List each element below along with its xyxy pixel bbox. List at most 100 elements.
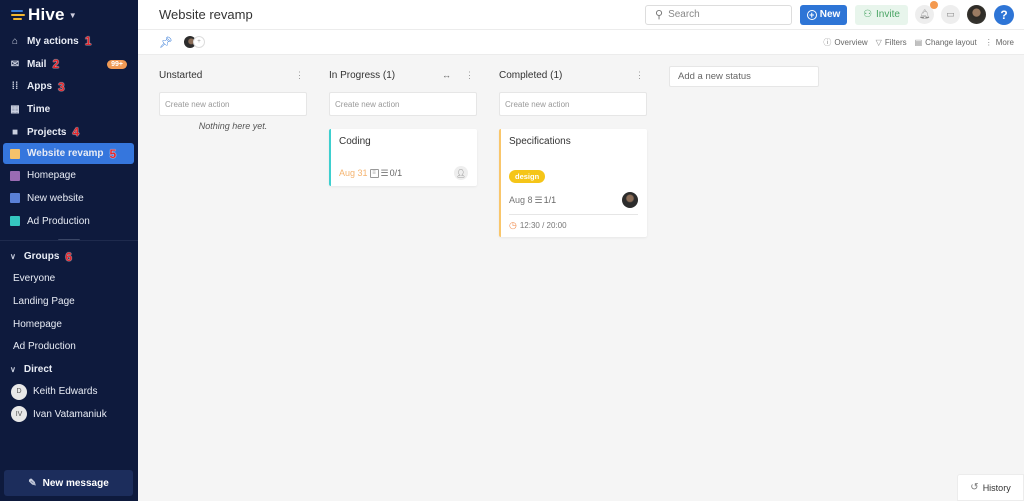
sidebar-item-label: Time	[27, 103, 51, 115]
add-member-icon[interactable]: +	[192, 36, 205, 48]
history-button[interactable]: ↺ History	[957, 474, 1024, 501]
history-label: History	[982, 482, 1011, 493]
sidebar-project-ad-production[interactable]: Ad Production	[0, 210, 138, 233]
caret-down-icon: ▼	[68, 10, 77, 20]
compose-icon: ✎	[28, 477, 37, 489]
sidebar: Hive ▼ ⌂ My actions 1 ✉ Mail 2 99+ ⁞⁞ Ap…	[0, 0, 138, 501]
page-title: Website revamp	[159, 7, 253, 22]
filters-button[interactable]: ▽ Filters	[876, 38, 907, 47]
search-icon: ⚲	[655, 9, 664, 21]
avatar: IV	[11, 406, 27, 423]
kanban-board: Unstarted ⋮ Create new action Nothing he…	[138, 55, 1024, 501]
annotation-marker: 3	[58, 79, 65, 94]
sidebar-item-label: Ad Production	[27, 215, 90, 227]
create-action-input[interactable]: Create new action	[499, 92, 647, 116]
annotation-marker: 6	[65, 249, 73, 264]
calendar-icon: ▦	[10, 103, 20, 115]
action-card[interactable]: Specifications design Aug 8 ☰ 1/1 ◷ 12:3…	[499, 129, 647, 237]
unread-badge: 99+	[107, 59, 127, 69]
divider	[509, 214, 638, 215]
avatar: D	[11, 383, 27, 400]
status-column-unstarted: Unstarted ⋮ Create new action Nothing he…	[159, 69, 307, 501]
project-members[interactable]: +	[183, 36, 205, 48]
sidebar-item-mail[interactable]: ✉ Mail 2 99+	[0, 53, 138, 76]
filter-icon: ▽	[875, 37, 882, 47]
direct-message-item[interactable]: IV Ivan Vatamaniuk	[0, 403, 138, 426]
notification-dot	[930, 1, 938, 9]
annotation-marker: 4	[72, 125, 80, 140]
assignee-avatar[interactable]	[622, 192, 638, 208]
calendar-button[interactable]: ▭	[941, 5, 960, 24]
contact-name: Ivan Vatamaniuk	[33, 408, 107, 420]
invite-button[interactable]: ⚇ Invite	[855, 4, 908, 25]
sidebar-project-homepage[interactable]: Homepage	[0, 164, 138, 187]
change-layout-button[interactable]: ▤ Change layout	[915, 38, 977, 47]
sidebar-item-my-actions[interactable]: ⌂ My actions 1	[0, 30, 138, 53]
sidebar-item-label: New website	[27, 192, 84, 204]
main-area: Website revamp ⚲ Search + New ⚇ Invite 🔔…	[138, 0, 1024, 501]
add-status-column: Add a new status	[669, 66, 819, 501]
user-avatar[interactable]	[967, 5, 986, 24]
help-button[interactable]: ?	[994, 4, 1014, 25]
more-vertical-icon[interactable]: ⋮	[635, 70, 644, 81]
sidebar-item-label: Apps	[27, 81, 52, 93]
pin-icon[interactable]: 📌︎	[159, 36, 173, 49]
more-label: More	[995, 37, 1014, 47]
sidebar-project-website-revamp[interactable]: Website revamp 5	[3, 143, 134, 165]
hive-logo[interactable]: Hive ▼	[0, 0, 138, 30]
direct-message-item[interactable]: D Keith Edwards	[0, 380, 138, 403]
sidebar-item-label: Homepage	[27, 170, 76, 182]
annotation-marker: 1	[84, 34, 92, 49]
more-button[interactable]: ⋮ More	[985, 38, 1014, 47]
group-item[interactable]: Landing Page	[0, 290, 138, 313]
empty-state-text: Nothing here yet.	[198, 121, 268, 131]
chevron-down-icon: ∨	[10, 252, 16, 261]
time-tracked: 12:30 / 20:00	[519, 221, 567, 230]
create-action-input[interactable]: Create new action	[329, 92, 477, 116]
new-message-button[interactable]: ✎ New message	[4, 470, 133, 496]
expand-column-icon[interactable]: ↔	[442, 70, 451, 80]
card-title: Coding	[339, 136, 371, 147]
description-icon: ≡	[369, 168, 379, 178]
project-color-icon	[10, 193, 20, 204]
brand-name: Hive	[28, 5, 65, 24]
group-item[interactable]: Homepage	[0, 313, 138, 336]
annotation-marker: 2	[52, 57, 60, 72]
groups-section-toggle[interactable]: ∨ Groups 6	[0, 246, 138, 268]
group-item[interactable]: Ad Production	[0, 336, 138, 359]
more-vertical-icon[interactable]: ⋮	[465, 70, 474, 81]
layout-icon: ▤	[914, 37, 923, 47]
more-vertical-icon[interactable]: ⋮	[295, 70, 304, 81]
search-input[interactable]: ⚲ Search	[645, 4, 792, 25]
sidebar-item-label: Website revamp	[27, 148, 104, 160]
action-card[interactable]: Coding Aug 31 ≡ ☰ 0/1 👤︎	[329, 129, 477, 186]
overview-button[interactable]: ⓘ Overview	[823, 37, 867, 48]
new-button[interactable]: + New	[800, 4, 847, 25]
status-column-in-progress: In Progress (1) ↔ ⋮ Create new action Cod…	[329, 69, 477, 501]
due-date: Aug 8	[509, 195, 533, 205]
add-status-input[interactable]: Add a new status	[669, 66, 819, 87]
sidebar-item-time[interactable]: ▦ Time	[0, 98, 138, 121]
more-vertical-icon: ⋮	[984, 37, 993, 47]
checklist-icon: ☰	[534, 194, 543, 205]
direct-section-toggle[interactable]: ∨ Direct	[0, 358, 138, 380]
divider	[0, 239, 138, 241]
info-icon: ⓘ	[823, 37, 832, 47]
sidebar-item-label: Mail	[27, 58, 47, 70]
assign-user-icon[interactable]: 👤︎	[454, 166, 468, 180]
chevron-down-icon: ∨	[10, 364, 16, 374]
clock-icon: ◷	[509, 220, 517, 230]
section-label: Groups	[23, 251, 60, 262]
project-color-icon	[10, 148, 20, 159]
overview-label: Overview	[834, 37, 868, 47]
project-toolbar: 📌︎ + ⓘ Overview ▽ Filters ▤ Change layout ⋮…	[138, 30, 1024, 55]
create-action-input[interactable]: Create new action	[159, 92, 307, 116]
section-label: Direct	[23, 363, 53, 375]
label-tag[interactable]: design	[509, 170, 546, 183]
notifications-button[interactable]: 🔔︎	[915, 1, 938, 24]
mail-icon: ✉	[10, 58, 20, 70]
sidebar-item-apps[interactable]: ⁞⁞ Apps 3	[0, 75, 138, 98]
sidebar-item-projects[interactable]: ■ Projects 4	[0, 121, 138, 144]
group-item[interactable]: Everyone	[0, 268, 138, 291]
sidebar-project-new-website[interactable]: New website	[0, 187, 138, 210]
